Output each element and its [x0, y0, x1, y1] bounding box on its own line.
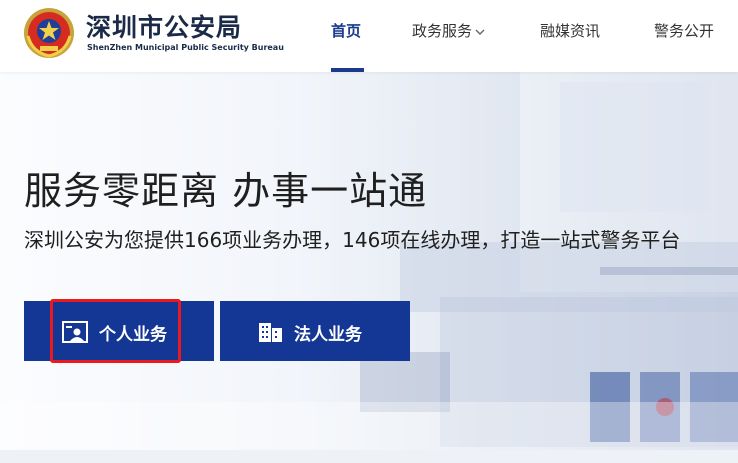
nav-home[interactable]: 首页 — [331, 20, 361, 41]
site-title[interactable]: 深圳市公安局 — [86, 8, 242, 44]
police-emblem-icon[interactable] — [22, 6, 76, 60]
nav-active-indicator — [331, 68, 364, 72]
nav-media-news[interactable]: 融媒资讯 — [540, 20, 600, 41]
hero-background-image — [0, 72, 738, 450]
personal-business-label: 个人业务 — [99, 325, 167, 345]
nav-police-affairs[interactable]: 警务公开 — [654, 20, 714, 41]
hero-banner: 服务零距离 办事一站通 深圳公安为您提供166项业务办理，146项在线办理，打造… — [0, 72, 738, 450]
hero-title: 服务零距离 办事一站通 — [24, 169, 428, 213]
nav-government-services[interactable]: 政务服务 — [412, 20, 485, 41]
site-subtitle: ShenZhen Municipal Public Security Burea… — [87, 43, 284, 52]
building-icon — [259, 323, 282, 342]
legal-entity-business-label: 法人业务 — [294, 325, 362, 345]
personal-business-button[interactable]: 个人业务 — [24, 301, 214, 361]
bottom-strip — [0, 450, 738, 463]
legal-entity-business-button[interactable]: 法人业务 — [220, 301, 410, 361]
hero-description: 深圳公安为您提供166项业务办理，146项在线办理，打造一站式警务平台 — [24, 228, 681, 252]
chevron-down-icon — [475, 29, 485, 35]
site-header: 深圳市公安局 ShenZhen Municipal Public Securit… — [0, 0, 738, 72]
person-card-icon — [62, 321, 88, 343]
nav-government-services-label: 政务服务 — [412, 22, 473, 40]
